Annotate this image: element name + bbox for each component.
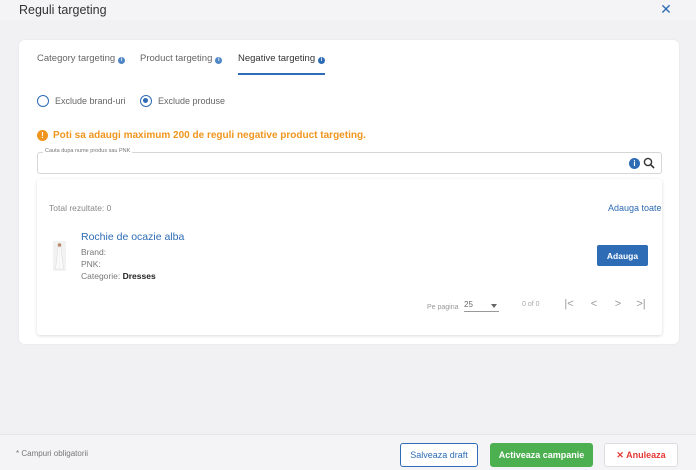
page-count: 0 of 0 (522, 301, 540, 308)
info-icon: i (118, 57, 126, 64)
search-icon[interactable] (643, 156, 655, 170)
search-input[interactable] (44, 157, 614, 171)
tab-negative-targeting[interactable]: Negative targeting i (238, 53, 326, 75)
category-label: Categorie: (81, 271, 121, 281)
prev-page-button[interactable]: < (587, 297, 601, 311)
per-page-select[interactable]: 25 (464, 300, 499, 312)
product-brand: Brand: (81, 247, 107, 257)
cancel-button[interactable]: ✕ Anuleaza (604, 443, 678, 467)
first-page-button[interactable]: |< (562, 297, 576, 311)
warning-text: Poti sa adaugi maximum 200 de reguli neg… (53, 130, 366, 141)
per-page-value: 25 (464, 300, 473, 309)
product-pnk: PNK: (81, 259, 101, 269)
product-thumbnail (53, 241, 66, 271)
radio-label: Exclude produse (158, 96, 226, 106)
radio-circle (37, 95, 49, 107)
tab-label: Category targeting (37, 53, 116, 64)
add-all-link[interactable]: Adauga toate (608, 203, 662, 213)
next-page-button[interactable]: > (611, 297, 625, 311)
product-category: Categorie: Dresses (81, 271, 156, 281)
required-fields-note: * Campuri obligatorii (16, 449, 89, 458)
info-icon: i (215, 57, 223, 64)
modal-header: Reguli targeting ✕ (0, 0, 696, 20)
warning-icon: ! (37, 130, 48, 141)
save-draft-button[interactable]: Salveaza draft (400, 443, 478, 467)
activate-campaign-button[interactable]: Activeaza campanie (490, 443, 593, 467)
total-results: Total rezultate: 0 (49, 203, 112, 213)
search-field: Cauta dupa nume produs sau PNK i (37, 148, 662, 174)
radio-label: Exclude brand-uri (55, 96, 126, 106)
tab-label: Product targeting (140, 53, 213, 64)
info-icon[interactable]: i (629, 158, 640, 169)
search-legend: Cauta dupa nume produs sau PNK (43, 148, 133, 154)
product-name-link[interactable]: Rochie de ocazie alba (81, 231, 184, 243)
close-icon[interactable]: ✕ (658, 1, 674, 17)
limit-warning: ! Poti sa adaugi maximum 200 de reguli n… (37, 130, 366, 141)
category-value: Dresses (122, 271, 156, 281)
tab-bar: Category targeting i Product targeting i N… (37, 53, 677, 75)
add-product-button[interactable]: Adauga (597, 245, 648, 266)
modal-footer: * Campuri obligatorii Salveaza draft Act… (0, 434, 696, 470)
per-page-label: Pe pagina (427, 304, 459, 311)
radio-exclude-brands[interactable]: Exclude brand-uri (37, 95, 126, 107)
cancel-label: Anuleaza (626, 450, 666, 460)
caret-down-icon (491, 304, 497, 308)
tab-category-targeting[interactable]: Category targeting i (37, 53, 126, 75)
close-icon: ✕ (616, 450, 624, 460)
radio-circle-checked (140, 95, 152, 107)
info-icon: i (318, 57, 326, 64)
targeting-card: Category targeting i Product targeting i N… (19, 40, 679, 344)
tab-product-targeting[interactable]: Product targeting i (140, 53, 223, 75)
tab-label: Negative targeting (238, 53, 316, 64)
results-panel: Total rezultate: 0 Adauga toate Rochie d… (37, 179, 662, 335)
modal-title: Reguli targeting (19, 3, 107, 17)
radio-exclude-products[interactable]: Exclude produse (140, 95, 225, 107)
last-page-button[interactable]: >| (634, 297, 648, 311)
